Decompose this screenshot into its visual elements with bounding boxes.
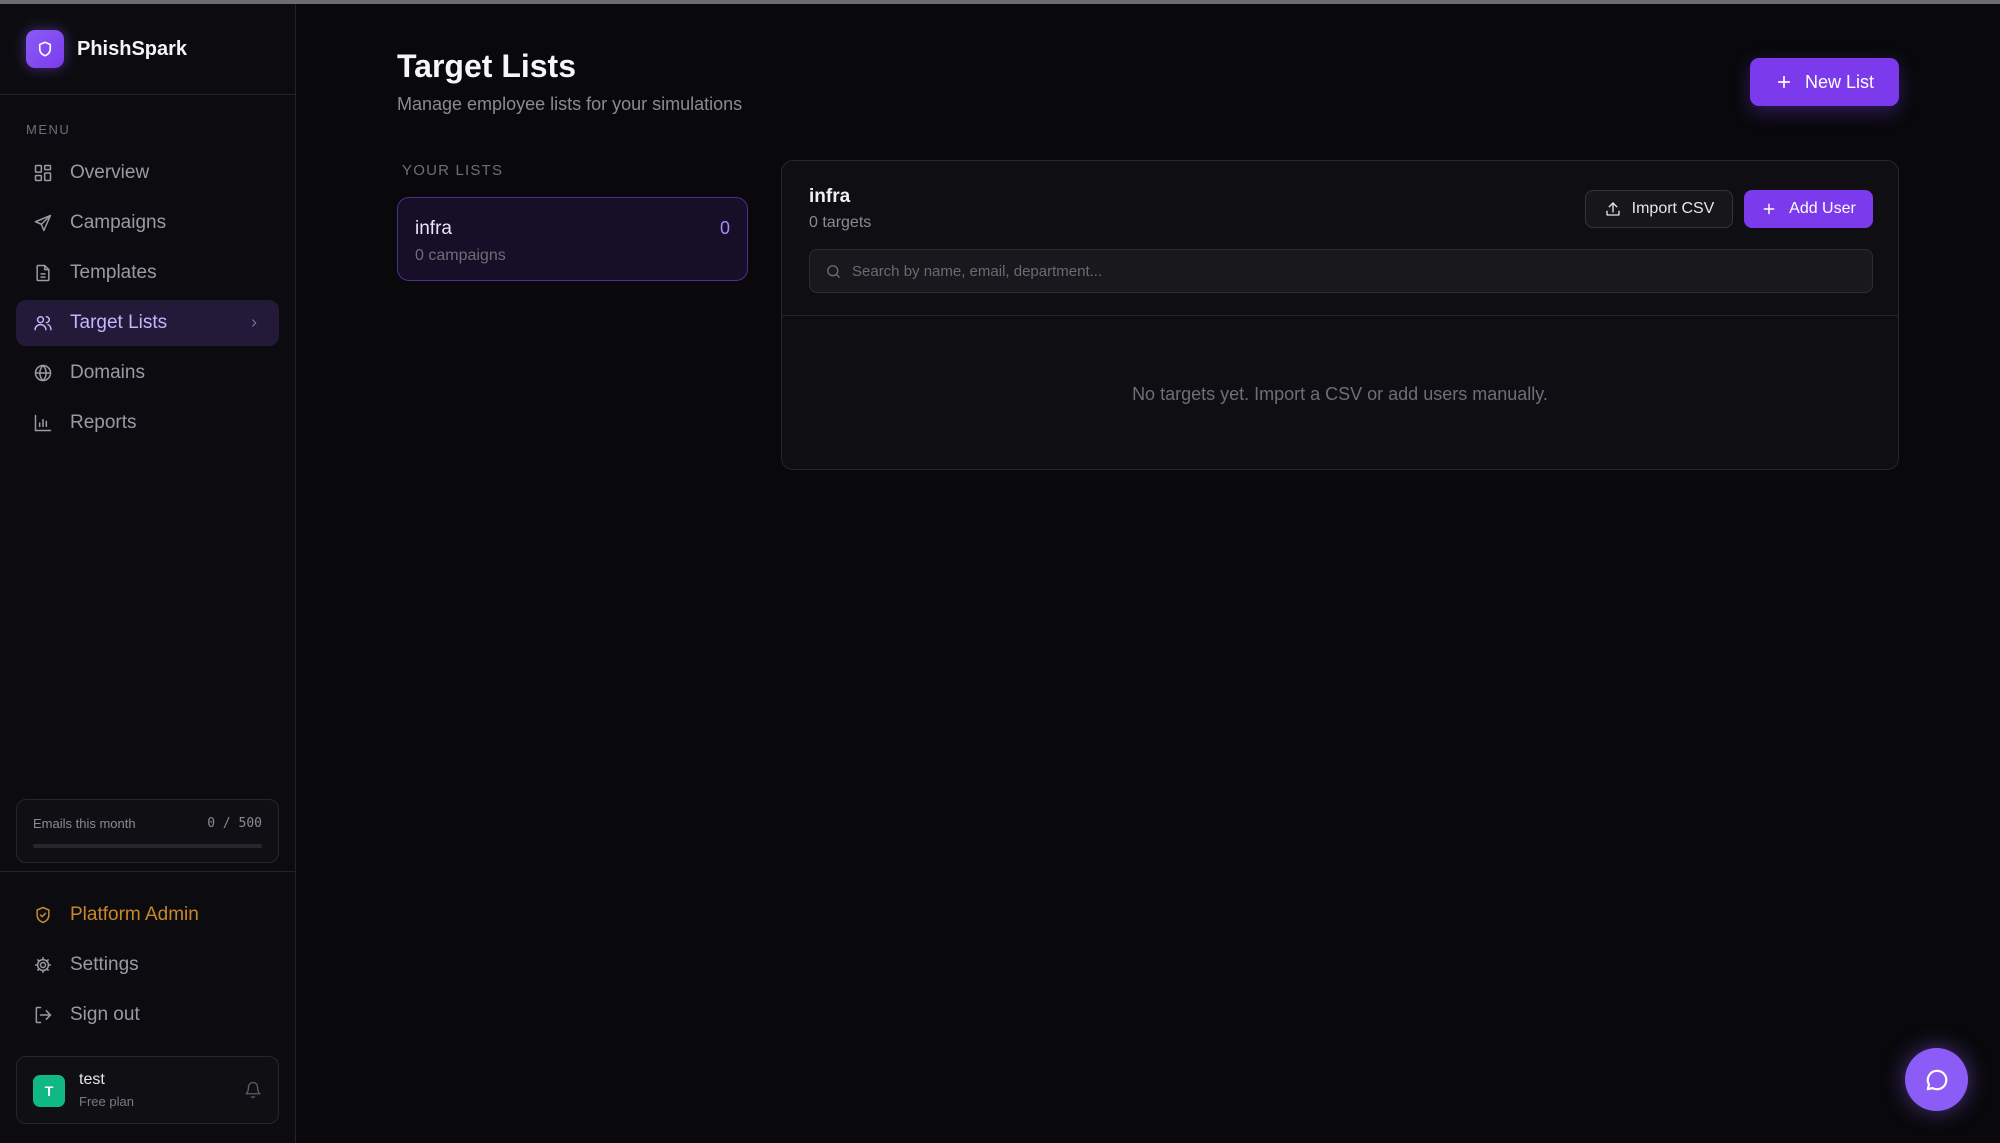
sidebar-item-label: Domains [70,362,145,383]
search-icon [825,263,842,280]
list-detail-panel: infra 0 targets Import CSV Add User No t… [781,160,1899,470]
menu-label: MENU [26,122,71,137]
usage-progress-bar [33,844,262,848]
new-list-label: New List [1804,71,1875,92]
sidebar-item-label: Templates [70,262,157,283]
sidebar-item-label: Overview [70,162,150,183]
add-user-label: Add User [1789,200,1856,217]
sidebar-item-settings[interactable]: Settings [16,942,279,988]
list-name: infra [415,218,452,239]
new-list-button[interactable]: New List [1750,58,1899,106]
upload-icon [1604,200,1622,218]
chat-button[interactable] [1905,1048,1968,1111]
list-detail-title: infra [809,186,851,207]
sidebar-item-reports[interactable]: Reports [16,400,279,446]
list-target-count: 0 [719,218,730,238]
list-campaign-count: 0 campaigns [415,247,506,264]
sidebar-item-sign-out[interactable]: Sign out [16,992,279,1038]
sidebar-item-label: Campaigns [70,212,167,233]
sidebar-item-overview[interactable]: Overview [16,150,279,196]
import-csv-label: Import CSV [1631,200,1715,217]
sidebar-item-label: Sign out [70,1004,140,1025]
bell-icon[interactable] [244,1081,262,1104]
search-input[interactable] [852,250,1862,292]
add-user-button[interactable]: Add User [1744,190,1873,228]
sidebar: PhishSpark MENU Overview Campaigns Templ… [0,4,296,1143]
sidebar-item-label: Target Lists [70,312,168,333]
bar-chart-icon [32,412,54,434]
plus-icon [1761,201,1777,217]
empty-state-text: No targets yet. Import a CSV or add user… [1132,384,1548,404]
sidebar-divider [0,871,296,872]
window-top-border [0,0,2000,4]
email-usage-card: Emails this month 0 / 500 [16,799,279,863]
user-card[interactable]: T test Free plan [16,1056,279,1124]
sidebar-divider [0,94,296,95]
users-icon [32,312,54,334]
brand[interactable]: PhishSpark [26,30,187,68]
app-name: PhishSpark [77,37,188,60]
panel-divider [782,315,1898,316]
your-lists-heading: YOUR LISTS [402,162,504,179]
logout-icon [32,1004,54,1026]
page-subtitle: Manage employee lists for your simulatio… [397,94,743,114]
sidebar-nav: Overview Campaigns Templates Target List… [16,150,279,450]
list-item[interactable]: infra 0 0 campaigns [397,197,748,281]
sidebar-item-domains[interactable]: Domains [16,350,279,396]
grid-icon [32,162,54,184]
chevron-right-icon [247,314,261,336]
sidebar-item-target-lists[interactable]: Target Lists [16,300,279,346]
sidebar-item-label: Settings [70,954,139,975]
shield-logo-icon [26,30,64,68]
list-detail-subtitle: 0 targets [809,214,872,231]
globe-icon [32,362,54,384]
shield-check-icon [32,904,54,926]
gear-icon [32,954,54,976]
avatar: T [33,1075,65,1107]
sidebar-item-templates[interactable]: Templates [16,250,279,296]
file-text-icon [32,262,54,284]
sidebar-item-label: Reports [70,412,137,433]
usage-label: Emails this month [33,816,136,831]
import-csv-button[interactable]: Import CSV [1585,190,1733,228]
sidebar-item-label: Platform Admin [70,904,199,925]
target-search [809,249,1873,293]
sidebar-bottom-nav: Platform Admin Settings Sign out [16,892,279,1042]
chat-bubble-icon [1924,1067,1950,1093]
sidebar-item-platform-admin[interactable]: Platform Admin [16,892,279,938]
page-title: Target Lists [397,48,576,84]
send-icon [32,212,54,234]
usage-count: 0 / 500 [207,816,262,831]
user-name: test [79,1071,105,1088]
user-plan: Free plan [79,1094,134,1109]
plus-icon [1775,73,1793,91]
sidebar-item-campaigns[interactable]: Campaigns [16,200,279,246]
